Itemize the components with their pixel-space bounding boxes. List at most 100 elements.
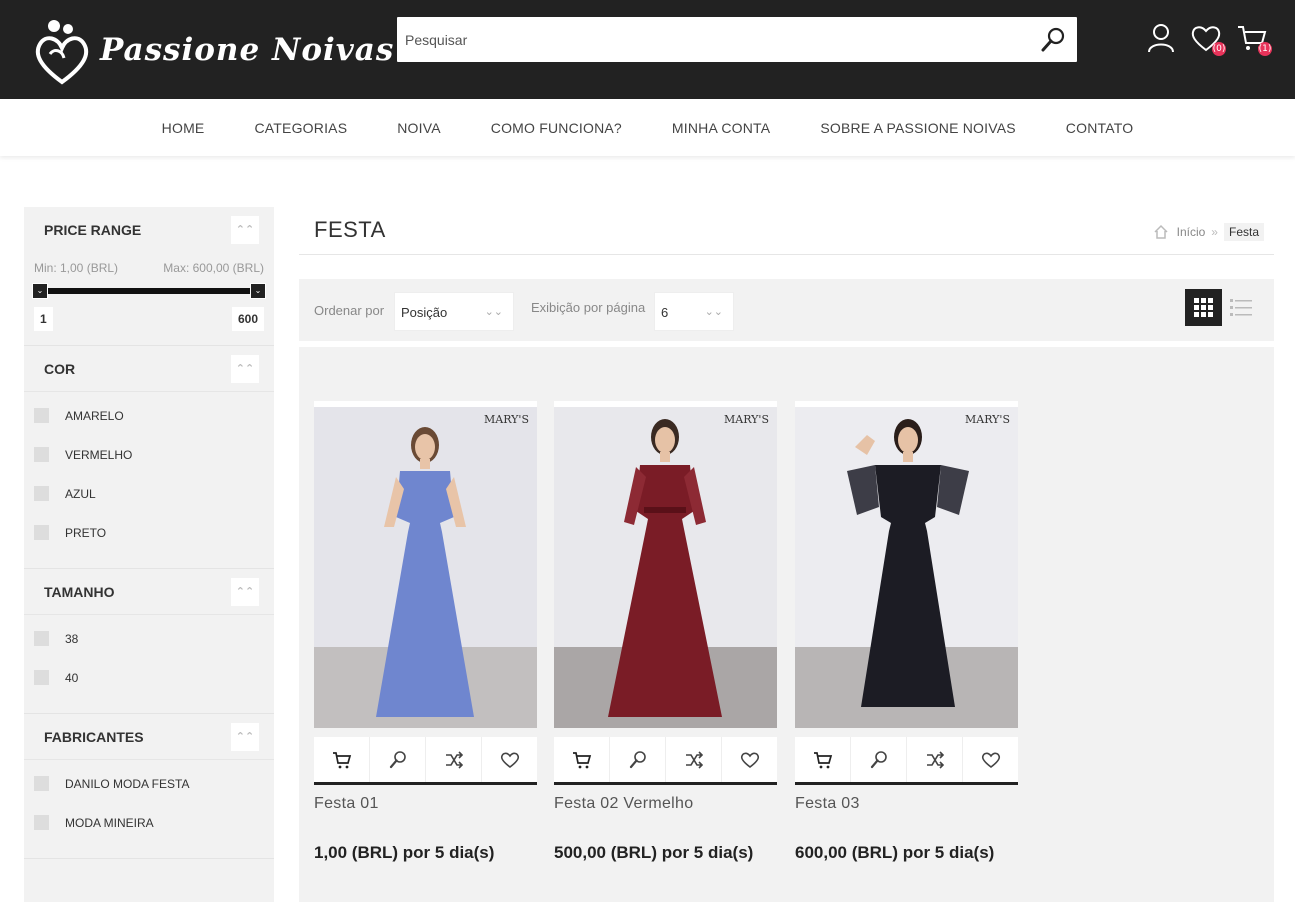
- nav-item-home[interactable]: HOME: [162, 120, 205, 136]
- checkbox[interactable]: [34, 486, 49, 501]
- product-price: 500,00 (BRL) por 5 dia(s): [554, 843, 754, 862]
- add-to-cart-button[interactable]: [795, 737, 851, 782]
- color-filter: COR ⌃⌃ AMARELO VERMELHO AZUL PRETO: [24, 346, 274, 569]
- chevron-down-icon: ⌄⌄: [484, 306, 503, 318]
- filter-option[interactable]: MODA MINEIRA: [24, 803, 274, 842]
- listing-toolbar: Ordenar por Posição ⌄⌄ Exibição por pági…: [299, 279, 1274, 341]
- filter-option[interactable]: 38: [24, 619, 274, 658]
- chevron-up-icon[interactable]: ⌃⌃: [231, 578, 259, 606]
- cart-count-badge: (1): [1258, 42, 1272, 56]
- price-from-value[interactable]: 1: [34, 307, 53, 331]
- filter-option[interactable]: PRETO: [24, 513, 274, 552]
- category-content: FESTA Início » Festa Ordenar por Posição…: [299, 207, 1274, 902]
- add-to-cart-button[interactable]: [314, 737, 370, 782]
- nav-item-como-funciona[interactable]: COMO FUNCIONA?: [491, 120, 622, 136]
- compare-button[interactable]: [666, 737, 722, 782]
- chevron-down-icon: ⌄⌄: [704, 306, 723, 318]
- checkbox[interactable]: [34, 447, 49, 462]
- filter-option[interactable]: AMARELO: [24, 396, 274, 435]
- grid-view-icon[interactable]: [1185, 289, 1222, 326]
- compare-button[interactable]: [426, 737, 482, 782]
- filter-option[interactable]: VERMELHO: [24, 435, 274, 474]
- main-nav: HOME CATEGORIAS NOIVA COMO FUNCIONA? MIN…: [0, 99, 1295, 156]
- quick-view-icon: [629, 750, 646, 768]
- breadcrumb-separator: »: [1211, 225, 1218, 239]
- filter-option[interactable]: DANILO MODA FESTA: [24, 764, 274, 803]
- filter-title: PRICE RANGE: [44, 222, 142, 238]
- chevron-up-icon[interactable]: ⌃⌃: [231, 723, 259, 751]
- price-range-filter: PRICE RANGE ⌃⌃ Min: 1,00 (BRL) Max: 600,…: [24, 207, 274, 346]
- sort-value: Posição: [401, 305, 448, 320]
- checkbox[interactable]: [34, 670, 49, 685]
- brand-watermark: MARY'S: [724, 413, 769, 426]
- product-card: MARY'S: [554, 401, 777, 863]
- filter-sidebar: PRICE RANGE ⌃⌃ Min: 1,00 (BRL) Max: 600,…: [24, 207, 274, 902]
- filter-heading: COR ⌃⌃: [24, 346, 274, 392]
- breadcrumb-home[interactable]: Início: [1177, 225, 1206, 239]
- price-to-value[interactable]: 600: [231, 307, 264, 331]
- wishlist-button[interactable]: [482, 737, 537, 782]
- product-image[interactable]: MARY'S: [554, 401, 777, 728]
- quick-view-button[interactable]: [610, 737, 666, 782]
- cart-link[interactable]: (1): [1236, 22, 1272, 56]
- search-bar: [397, 17, 1077, 62]
- title-row: FESTA Início » Festa: [299, 207, 1274, 255]
- chevron-up-icon[interactable]: ⌃⌃: [231, 355, 259, 383]
- nav-item-minha-conta[interactable]: MINHA CONTA: [672, 120, 770, 136]
- product-image[interactable]: MARY'S: [795, 401, 1018, 728]
- checkbox[interactable]: [34, 408, 49, 423]
- nav-item-sobre[interactable]: SOBRE A PASSIONE NOIVAS: [820, 120, 1015, 136]
- wishlist-button[interactable]: [722, 737, 777, 782]
- option-label: 40: [65, 670, 79, 685]
- filter-option[interactable]: AZUL: [24, 474, 274, 513]
- option-label: DANILO MODA FESTA: [65, 776, 190, 791]
- list-view-icon[interactable]: [1227, 289, 1255, 326]
- add-to-cart-button[interactable]: [554, 737, 610, 782]
- option-label: PRETO: [65, 525, 107, 540]
- filter-heading: TAMANHO ⌃⌃: [24, 569, 274, 615]
- sort-select[interactable]: Posição ⌄⌄: [394, 292, 514, 331]
- wishlist-link[interactable]: (0): [1190, 22, 1226, 56]
- nav-item-noiva[interactable]: NOIVA: [397, 120, 441, 136]
- page-title: FESTA: [314, 217, 386, 242]
- checkbox[interactable]: [34, 631, 49, 646]
- quick-view-button[interactable]: [851, 737, 907, 782]
- brand-name: Passione Noivas: [100, 32, 395, 68]
- option-label: 38: [65, 631, 79, 646]
- user-icon[interactable]: [1145, 22, 1177, 54]
- slider-max-handle[interactable]: ⌄: [250, 283, 266, 299]
- price-range-labels: Min: 1,00 (BRL) Max: 600,00 (BRL): [24, 253, 274, 275]
- product-name[interactable]: Festa 01: [314, 795, 537, 813]
- search-icon[interactable]: [1039, 26, 1067, 54]
- price-slider[interactable]: ⌄ ⌄: [32, 279, 266, 303]
- product-actions: [795, 737, 1018, 785]
- option-label: AMARELO: [65, 408, 124, 423]
- product-card: MARY'S: [314, 401, 537, 863]
- nav-item-contato[interactable]: CONTATO: [1066, 120, 1134, 136]
- logo-icon: [35, 20, 89, 85]
- product-name[interactable]: Festa 03: [795, 795, 1018, 813]
- slider-min-handle[interactable]: ⌄: [32, 283, 48, 299]
- home-icon[interactable]: [1153, 224, 1169, 240]
- compare-button[interactable]: [907, 737, 963, 782]
- search-input[interactable]: [397, 17, 1017, 62]
- quick-view-button[interactable]: [370, 737, 426, 782]
- product-image[interactable]: MARY'S: [314, 401, 537, 728]
- product-name[interactable]: Festa 02 Vermelho: [554, 795, 777, 813]
- chevron-up-icon[interactable]: ⌃⌃: [231, 216, 259, 244]
- sort-label: Ordenar por: [314, 303, 385, 318]
- brand-logo[interactable]: Passione Noivas: [32, 14, 394, 86]
- checkbox[interactable]: [34, 815, 49, 830]
- add-to-cart-icon: [813, 751, 832, 768]
- checkbox[interactable]: [34, 776, 49, 791]
- filter-option[interactable]: 40: [24, 658, 274, 697]
- quick-view-icon: [389, 750, 406, 768]
- price-max-label: Max: 600,00 (BRL): [163, 261, 264, 275]
- wishlist-button[interactable]: [963, 737, 1018, 782]
- nav-item-categorias[interactable]: CATEGORIAS: [254, 120, 347, 136]
- brand-filter: FABRICANTES ⌃⌃ DANILO MODA FESTA MODA MI…: [24, 714, 274, 859]
- checkbox[interactable]: [34, 525, 49, 540]
- option-label: MODA MINEIRA: [65, 815, 154, 830]
- filter-title: COR: [44, 360, 76, 377]
- per-page-select[interactable]: 6 ⌄⌄: [654, 292, 734, 331]
